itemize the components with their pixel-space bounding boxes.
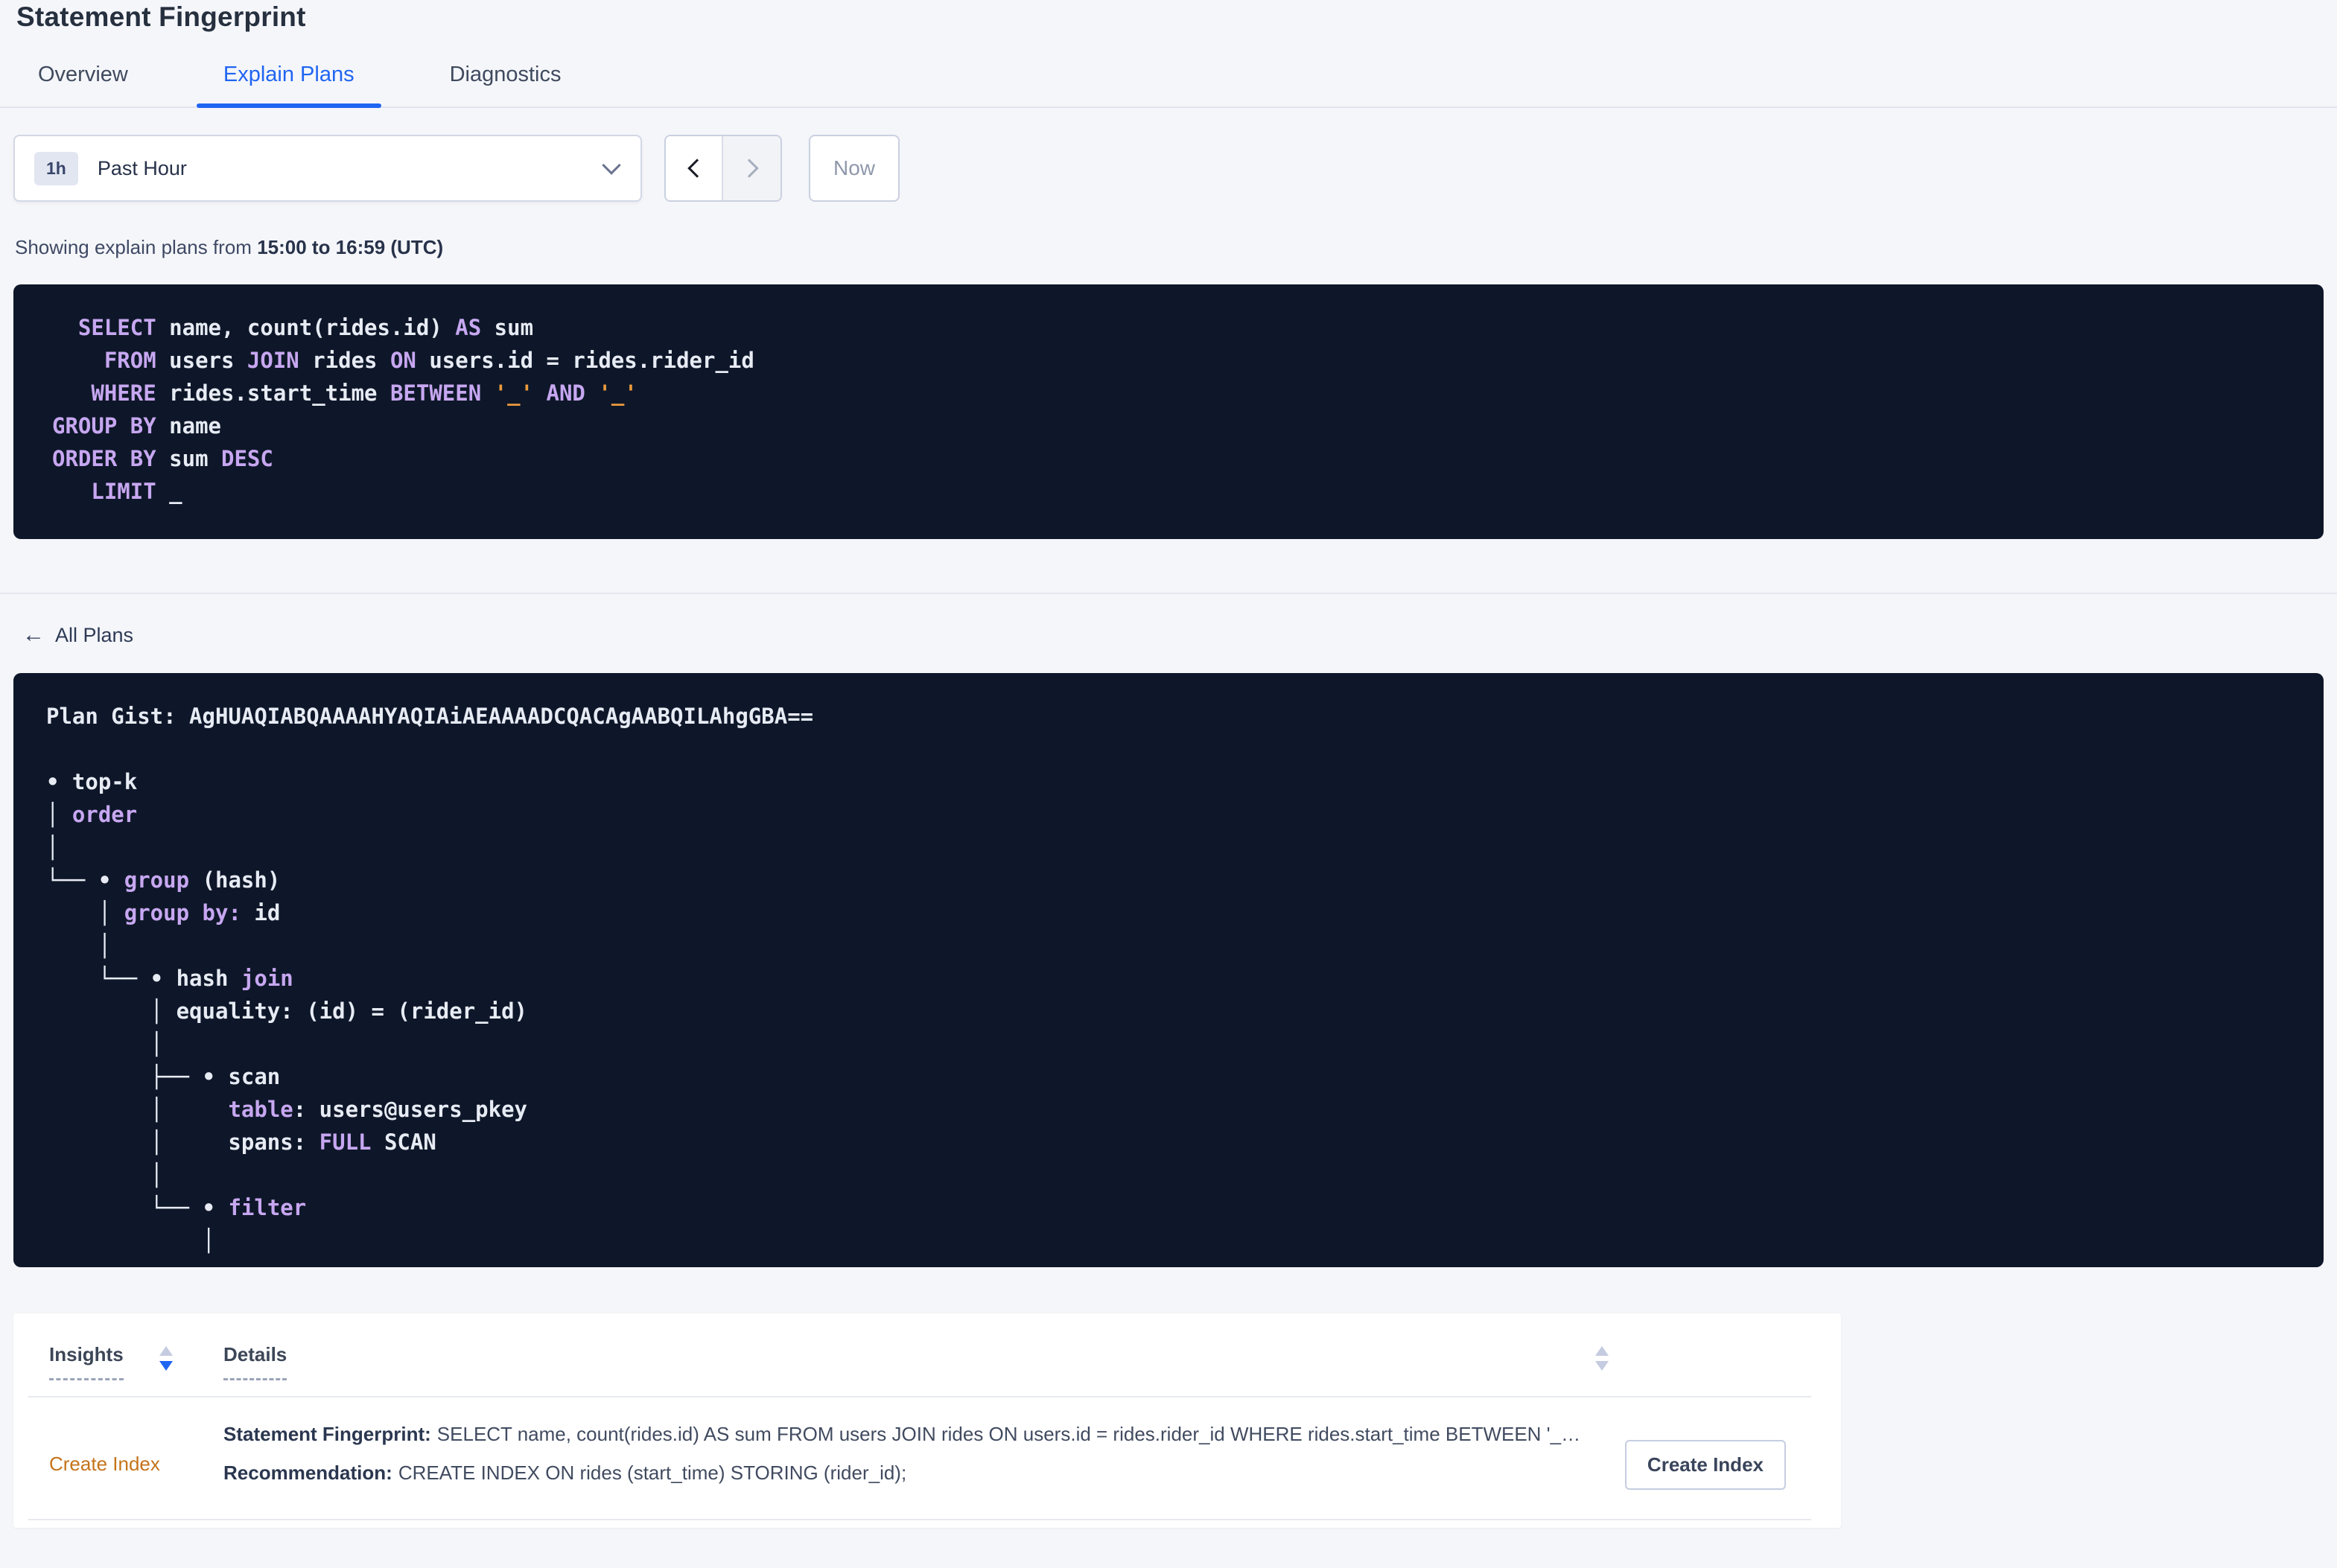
chevron-down-icon bbox=[602, 156, 621, 175]
sql-statement-panel: SELECT name, count(rides.id) AS sum FROM… bbox=[13, 284, 2324, 539]
time-range-badge: 1h bbox=[34, 151, 78, 185]
plan-gist-panel: Plan Gist: AgHUAQIABQAAAAHYAQIAiAEAAAADC… bbox=[13, 673, 2324, 1267]
insights-table-header: Insights Details bbox=[13, 1313, 1841, 1396]
section-divider bbox=[0, 593, 2337, 594]
insight-type-cell: Create Index bbox=[49, 1453, 223, 1476]
all-plans-label: All Plans bbox=[55, 623, 134, 646]
insight-type-link[interactable]: Create Index bbox=[49, 1453, 160, 1475]
sort-arrows-icon[interactable] bbox=[1595, 1346, 1609, 1371]
time-selector-row: 1h Past Hour Now bbox=[13, 135, 2337, 202]
now-button[interactable]: Now bbox=[809, 135, 900, 202]
statement-fingerprint-label: Statement Fingerprint: bbox=[223, 1423, 431, 1445]
details-column-label[interactable]: Details bbox=[223, 1343, 287, 1380]
time-range-label: Past Hour bbox=[97, 156, 187, 179]
create-index-button[interactable]: Create Index bbox=[1624, 1440, 1786, 1490]
all-plans-link[interactable]: ← All Plans bbox=[22, 622, 133, 648]
chevron-right-icon bbox=[739, 159, 759, 178]
next-time-button[interactable] bbox=[723, 136, 780, 200]
showing-prefix: Showing explain plans from bbox=[15, 236, 258, 258]
column-header-insights: Insights bbox=[49, 1343, 223, 1380]
insight-action-cell: Create Index bbox=[1592, 1411, 1841, 1519]
insight-row: Create Index Statement Fingerprint: SELEC… bbox=[13, 1398, 1841, 1519]
previous-time-button[interactable] bbox=[666, 136, 723, 200]
showing-range-text: Showing explain plans from 15:00 to 16:5… bbox=[15, 236, 2337, 259]
statement-fingerprint-line: Statement Fingerprint: SELECT name, count… bbox=[223, 1423, 1592, 1445]
tab-explain-plans[interactable]: Explain Plans bbox=[196, 63, 381, 108]
statement-fingerprint-text: SELECT name, count(rides.id) AS sum FROM… bbox=[436, 1423, 1581, 1445]
row-divider bbox=[28, 1519, 1811, 1520]
insight-details-cell: Statement Fingerprint: SELECT name, count… bbox=[223, 1423, 1592, 1519]
tab-overview[interactable]: Overview bbox=[11, 63, 155, 106]
recommendation-label: Recommendation: bbox=[223, 1462, 392, 1484]
recommendation-text: CREATE INDEX ON rides (start_time) STORI… bbox=[398, 1462, 907, 1484]
insights-column-label[interactable]: Insights bbox=[49, 1343, 124, 1380]
sort-arrows-icon[interactable] bbox=[159, 1346, 173, 1371]
recommendation-line: Recommendation: CREATE INDEX ON rides (st… bbox=[223, 1462, 1592, 1484]
time-nav-group bbox=[664, 135, 782, 202]
column-header-details: Details bbox=[223, 1343, 1841, 1380]
page-title: Statement Fingerprint bbox=[16, 1, 306, 32]
insights-table-card: Insights Details Create Index Statement … bbox=[13, 1313, 1841, 1528]
tab-bar: Overview Explain Plans Diagnostics bbox=[0, 63, 2337, 108]
tab-diagnostics[interactable]: Diagnostics bbox=[423, 63, 588, 106]
arrow-left-icon: ← bbox=[22, 622, 45, 647]
chevron-left-icon bbox=[687, 159, 707, 178]
showing-range: 15:00 to 16:59 (UTC) bbox=[257, 236, 444, 258]
statement-fingerprint-page: Statement Fingerprint Overview Explain P… bbox=[0, 0, 2337, 1528]
time-range-dropdown[interactable]: 1h Past Hour bbox=[13, 135, 642, 202]
